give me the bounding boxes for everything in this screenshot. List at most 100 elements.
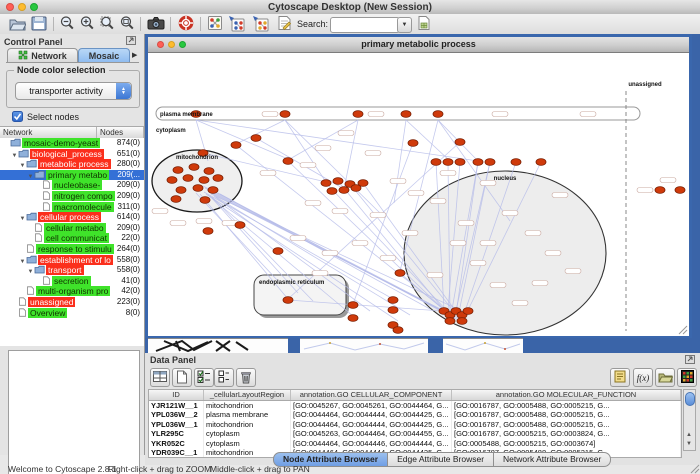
table-row[interactable]: YPL036W__2plasma membrane[GO:0044464, GO… bbox=[149, 410, 681, 419]
graph-label-node[interactable] bbox=[580, 112, 596, 117]
tree-row[interactable]: cell communicat22(0) bbox=[0, 233, 144, 244]
zoom-out-button[interactable] bbox=[57, 15, 77, 33]
graph-label-node[interactable] bbox=[552, 193, 568, 198]
graph-label-node[interactable] bbox=[545, 251, 561, 256]
graph-node[interactable] bbox=[393, 327, 403, 334]
graph-label-node[interactable] bbox=[370, 213, 386, 218]
tree-row[interactable]: cellular metabo209(0) bbox=[0, 223, 144, 234]
table-column-header[interactable]: annotation.GO MOLECULAR_FUNCTION bbox=[452, 390, 681, 400]
apply-vizmapper-button[interactable] bbox=[251, 15, 271, 33]
search-input[interactable] bbox=[330, 17, 400, 33]
graph-label-node[interactable] bbox=[305, 201, 321, 206]
tab-network-attribute-browser[interactable]: Network Attribute Browser bbox=[494, 452, 611, 467]
scrollbar-thumb[interactable] bbox=[685, 392, 695, 406]
table-row[interactable]: YKR052Ccytoplasm[GO:0044464, GO:0044446,… bbox=[149, 439, 681, 448]
tree-row[interactable]: macromolecule311(0) bbox=[0, 202, 144, 213]
graph-node[interactable] bbox=[473, 159, 483, 166]
tab-mosaic[interactable]: Mosaic bbox=[78, 48, 130, 62]
new-attribute-button[interactable] bbox=[172, 368, 192, 387]
annotation-button[interactable] bbox=[274, 15, 294, 33]
graph-node[interactable] bbox=[348, 302, 358, 309]
tree-row[interactable]: unassigned223(0) bbox=[0, 297, 144, 308]
tree-row[interactable]: nucleobase-209(0) bbox=[0, 180, 144, 191]
graph-label-node[interactable] bbox=[660, 178, 676, 183]
graph-node[interactable] bbox=[457, 318, 467, 325]
attribute-table-button[interactable] bbox=[150, 368, 170, 387]
graph-label-node[interactable] bbox=[322, 251, 338, 256]
table-column-header[interactable]: _cellularLayoutRegion bbox=[204, 390, 291, 400]
tree-column-network[interactable]: Network bbox=[0, 127, 97, 138]
graph-node[interactable] bbox=[283, 158, 293, 165]
graph-node[interactable] bbox=[280, 111, 290, 118]
tree-row[interactable]: ▼biological_process651(0) bbox=[0, 149, 144, 160]
tree-row[interactable]: multi-organism pro42(0) bbox=[0, 286, 144, 297]
table-column-header[interactable]: annotation.GO CELLULAR_COMPONENT bbox=[291, 390, 452, 400]
graph-node[interactable] bbox=[536, 159, 546, 166]
tree-row[interactable]: nitrogen compo209(0) bbox=[0, 191, 144, 202]
graph-label-node[interactable] bbox=[312, 271, 328, 276]
graph-node[interactable] bbox=[189, 164, 199, 171]
network-canvas[interactable]: plasma membranecytoplasmmitochondrionnuc… bbox=[148, 53, 689, 336]
graph-label-node[interactable] bbox=[458, 221, 474, 226]
table-row[interactable]: YPL036W__1mitochondrion[GO:0044464, GO:0… bbox=[149, 420, 681, 429]
graph-label-node[interactable] bbox=[338, 131, 354, 136]
import-attributes-button[interactable] bbox=[414, 15, 434, 33]
attribute-table[interactable]: ID_cellularLayoutRegionannotation.GO CEL… bbox=[148, 389, 682, 458]
table-row[interactable]: YLR295Ccytoplasm[GO:0045263, GO:0044464,… bbox=[149, 429, 681, 438]
save-button[interactable] bbox=[29, 15, 49, 33]
background-window-fragment[interactable] bbox=[300, 338, 428, 353]
graph-label-node[interactable] bbox=[196, 219, 212, 224]
graph-label-node[interactable] bbox=[470, 261, 486, 266]
zoom-selected-region-button[interactable] bbox=[97, 15, 117, 33]
formula-builder-button[interactable]: f(x) bbox=[633, 368, 653, 387]
graph-label-node[interactable] bbox=[450, 241, 466, 246]
graph-node[interactable] bbox=[511, 159, 521, 166]
graph-label-node[interactable] bbox=[637, 188, 653, 193]
node-color-dropdown[interactable]: transporter activity ▲▼ bbox=[15, 82, 132, 100]
graph-node[interactable] bbox=[193, 185, 203, 192]
graph-label-node[interactable] bbox=[290, 236, 306, 241]
graph-node[interactable] bbox=[183, 175, 193, 182]
graph-node[interactable] bbox=[433, 111, 443, 118]
graph-node[interactable] bbox=[401, 111, 411, 118]
graph-node[interactable] bbox=[213, 175, 223, 182]
tree-row[interactable]: mosaic-demo-yeast874(0) bbox=[0, 138, 144, 149]
graph-label-node[interactable] bbox=[402, 231, 418, 236]
attribute-matrix-button[interactable] bbox=[677, 368, 697, 387]
graph-label-node[interactable] bbox=[368, 112, 384, 117]
graph-label-node[interactable] bbox=[492, 112, 508, 117]
graph-label-node[interactable] bbox=[365, 151, 381, 156]
tree-column-nodes[interactable]: Nodes bbox=[97, 127, 144, 138]
tree-row[interactable]: ▼primary metabo209(... bbox=[0, 170, 144, 181]
table-column-header[interactable]: ID bbox=[149, 390, 204, 400]
graph-label-node[interactable] bbox=[430, 199, 446, 204]
graph-label-node[interactable] bbox=[170, 221, 186, 226]
network-window-title-bar[interactable]: primary metabolic process bbox=[148, 37, 689, 53]
background-window-fragment[interactable] bbox=[148, 338, 288, 353]
tab-edge-attribute-browser[interactable]: Edge Attribute Browser bbox=[388, 452, 494, 467]
tab-overflow-button[interactable]: ▶ bbox=[132, 51, 137, 59]
take-snapshot-button[interactable] bbox=[146, 15, 166, 33]
graph-node[interactable] bbox=[455, 159, 465, 166]
graph-label-node[interactable] bbox=[525, 231, 541, 236]
graph-node[interactable] bbox=[231, 142, 241, 149]
graph-node[interactable] bbox=[445, 318, 455, 325]
graph-node[interactable] bbox=[171, 196, 181, 203]
select-attributes-button[interactable] bbox=[194, 368, 214, 387]
graph-node[interactable] bbox=[388, 307, 398, 314]
network-manager-button[interactable] bbox=[205, 15, 225, 33]
graph-node[interactable] bbox=[485, 159, 495, 166]
tree-row[interactable]: ▼cellular process614(0) bbox=[0, 212, 144, 223]
graph-node[interactable] bbox=[443, 159, 453, 166]
graph-label-node[interactable] bbox=[408, 191, 424, 196]
graph-node[interactable] bbox=[283, 297, 293, 304]
graph-label-node[interactable] bbox=[427, 273, 443, 278]
graph-node[interactable] bbox=[199, 177, 209, 184]
graph-node[interactable] bbox=[463, 308, 473, 315]
graph-label-node[interactable] bbox=[352, 241, 368, 246]
graph-node[interactable] bbox=[358, 180, 368, 187]
graph-node[interactable] bbox=[208, 187, 218, 194]
graph-label-node[interactable] bbox=[440, 171, 456, 176]
graph-node[interactable] bbox=[167, 177, 177, 184]
graph-node[interactable] bbox=[200, 197, 210, 204]
